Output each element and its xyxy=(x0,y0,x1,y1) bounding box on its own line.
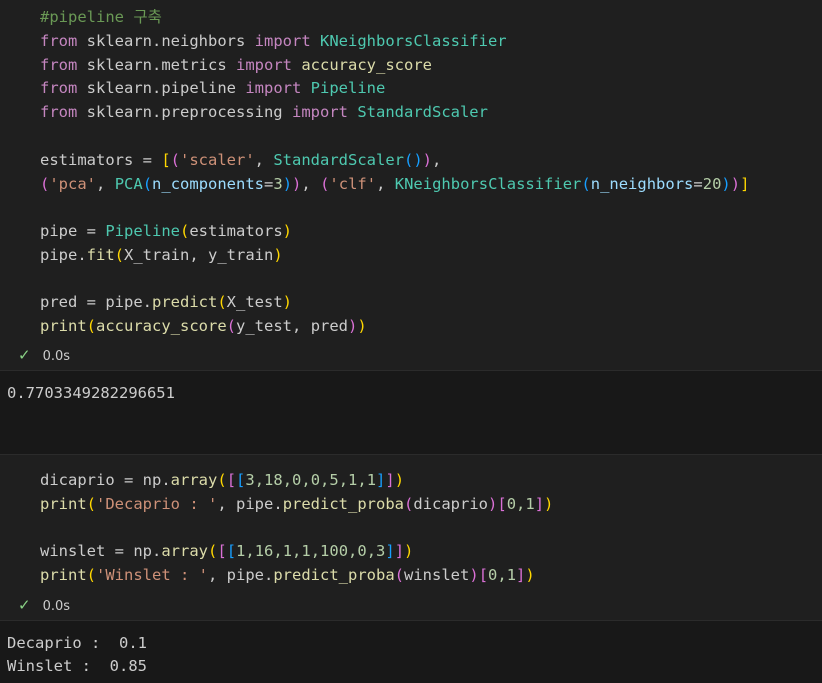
method-predict: predict xyxy=(152,293,218,311)
arg-y-train: y_train xyxy=(208,246,274,264)
execution-time: 0.0s xyxy=(42,349,71,364)
arg-estimators: estimators xyxy=(189,222,283,240)
var-pred: pred xyxy=(40,293,78,311)
var-pipe: pipe xyxy=(105,293,143,311)
string-decaprio: 'Decaprio : ' xyxy=(96,495,218,513)
output-winslet: Winslet : 0.85 xyxy=(7,657,147,675)
string-clf: 'clf' xyxy=(329,175,377,193)
code-line-import-4: from sklearn.preprocessing import Standa… xyxy=(40,100,488,124)
arg-winslet: winslet xyxy=(404,566,470,584)
code-line-print-winslet: print('Winslet : ', pipe.predict_proba(w… xyxy=(40,566,535,584)
var-winslet: winslet xyxy=(40,542,106,560)
kw-from: from xyxy=(40,103,78,121)
output-decaprio: Decaprio : 0.1 xyxy=(7,634,147,652)
code-line-import-3: from sklearn.pipeline import Pipeline xyxy=(40,76,385,100)
kw-from: from xyxy=(40,79,78,97)
check-icon: ✓ xyxy=(18,596,31,614)
param-n-neighbors: n_neighbors xyxy=(590,175,694,193)
module-name: sklearn.metrics xyxy=(86,56,227,74)
fn-print: print xyxy=(40,566,87,584)
output-cell-2: Decaprio : 0.1 Winslet : 0.85 xyxy=(0,620,822,683)
fn-array: array xyxy=(161,542,209,560)
kw-import: import xyxy=(245,79,302,97)
var-pipe: pipe xyxy=(40,222,78,240)
execution-time: 0.0s xyxy=(42,599,71,614)
arg-x-test: X_test xyxy=(226,293,283,311)
kw-from: from xyxy=(40,56,78,74)
param-n-components: n_components xyxy=(152,175,265,193)
code-line-winslet: winslet = np.array([[1,16,1,1,100,0,3]]) xyxy=(40,542,414,560)
comment-text: #pipeline 구축 xyxy=(40,8,162,26)
var-pipe: pipe xyxy=(236,495,274,513)
method-predict-proba: predict_proba xyxy=(282,495,405,513)
import-name: KNeighborsClassifier xyxy=(320,32,507,50)
check-icon: ✓ xyxy=(18,346,31,364)
arg-x-train: X_train xyxy=(124,246,190,264)
kw-import: import xyxy=(236,56,292,74)
code-line-import-1: from sklearn.neighbors import KNeighbors… xyxy=(40,29,507,53)
fn-print: print xyxy=(40,495,87,513)
fn-print: print xyxy=(40,317,87,335)
module-name: sklearn.preprocessing xyxy=(86,103,283,121)
code-cell-2[interactable]: dicaprio = np.array([[3,18,0,0,5,1,1]]) … xyxy=(0,455,822,619)
kw-import: import xyxy=(291,103,348,121)
code-line-estimators-2: ('pca', PCA(n_components=3)), ('clf', KN… xyxy=(40,175,750,193)
num-3: 3 xyxy=(273,175,283,193)
output-accuracy: 0.7703349282296651 xyxy=(7,384,175,402)
import-name: accuracy_score xyxy=(301,56,432,74)
var-dicaprio: dicaprio xyxy=(40,471,115,489)
cell-2-status: ✓ 0.0s xyxy=(18,595,70,615)
code-line-pred: pred = pipe.predict(X_test) xyxy=(40,293,293,311)
string-scaler: 'scaler' xyxy=(180,151,255,169)
arg-y-test: y_test xyxy=(236,317,293,335)
arg-dicaprio: dicaprio xyxy=(413,495,489,513)
code-line-import-2: from sklearn.metrics import accuracy_sco… xyxy=(40,53,432,77)
code-line-print-acc: print(accuracy_score(y_test, pred)) xyxy=(40,317,367,335)
string-winslet: 'Winslet : ' xyxy=(96,566,208,584)
code-cell-1[interactable]: #pipeline 구축 from sklearn.neighbors impo… xyxy=(0,0,822,370)
module-np: np xyxy=(133,542,152,560)
cell-1-status: ✓ 0.0s xyxy=(18,345,70,365)
code-line-fit: pipe.fit(X_train, y_train) xyxy=(40,246,283,264)
class-kneighbors: KNeighborsClassifier xyxy=(394,175,582,193)
module-name: sklearn.pipeline xyxy=(86,79,236,97)
import-name: StandardScaler xyxy=(357,103,488,121)
class-standardscaler: StandardScaler xyxy=(273,151,404,169)
var-estimators: estimators xyxy=(40,151,134,169)
import-name: Pipeline xyxy=(310,79,386,97)
arg-pred: pred xyxy=(310,317,349,335)
code-line-comment: #pipeline 구축 xyxy=(40,5,162,29)
fn-array: array xyxy=(170,471,218,489)
module-np: np xyxy=(142,471,162,489)
kw-from: from xyxy=(40,32,78,50)
string-pca: 'pca' xyxy=(49,175,97,193)
kw-import: import xyxy=(254,32,311,50)
array-values: 1,16,1,1,100,0,3 xyxy=(236,542,386,560)
module-name: sklearn.neighbors xyxy=(86,32,246,50)
code-line-dicaprio: dicaprio = np.array([[3,18,0,0,5,1,1]]) xyxy=(40,471,405,489)
num-20: 20 xyxy=(702,175,722,193)
var-pipe: pipe xyxy=(40,246,78,264)
index-values: 0,1 xyxy=(488,566,517,584)
fn-accuracy-score: accuracy_score xyxy=(96,317,227,335)
class-pipeline: Pipeline xyxy=(105,222,180,240)
method-predict-proba: predict_proba xyxy=(273,566,395,584)
code-line-estimators-1: estimators = [('scaler', StandardScaler(… xyxy=(40,151,442,169)
code-line-print-decaprio: print('Decaprio : ', pipe.predict_proba(… xyxy=(40,495,554,513)
code-line-pipe: pipe = Pipeline(estimators) xyxy=(40,222,292,240)
output-cell-1: 0.7703349282296651 xyxy=(0,370,822,455)
var-pipe: pipe xyxy=(226,566,264,584)
index-values: 0,1 xyxy=(506,495,535,513)
class-pca: PCA xyxy=(114,175,143,193)
array-values: 3,18,0,0,5,1,1 xyxy=(245,471,377,489)
method-fit: fit xyxy=(86,246,115,264)
